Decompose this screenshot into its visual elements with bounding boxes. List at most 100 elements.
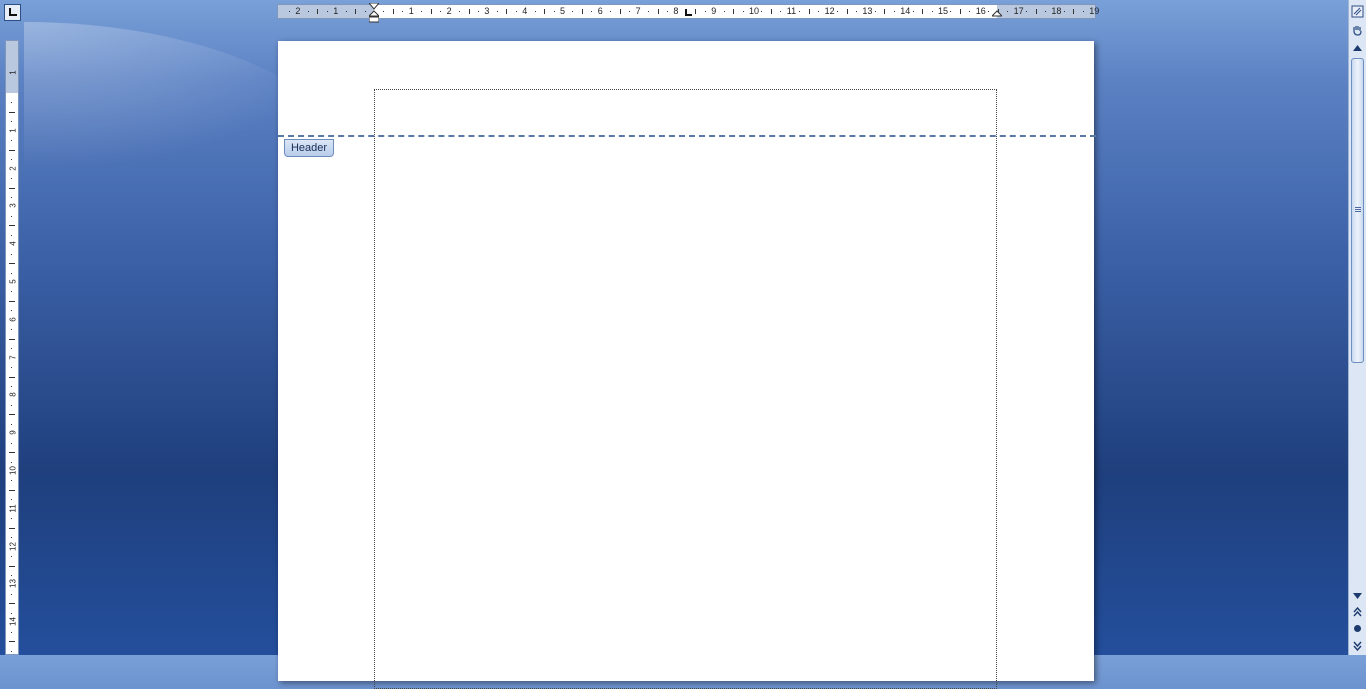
ruler-tick	[11, 461, 12, 463]
ruler-tick	[11, 367, 12, 369]
vertical-scrollbar[interactable]	[1348, 0, 1366, 655]
ruler-tick	[9, 527, 15, 529]
ruler-tick	[761, 11, 763, 12]
tab-stop-marker[interactable]	[684, 3, 693, 22]
ruler-tick	[11, 291, 12, 293]
ruler-number: 12	[8, 541, 18, 551]
ruler-tick	[9, 414, 15, 416]
scrollbar-thumb[interactable]	[1351, 58, 1364, 363]
ruler-tick	[855, 11, 857, 12]
ruler-tick	[818, 11, 820, 12]
vertical-ruler-column: 1 1 2 3 4 5 6 7 8 9 10 11 12 13 14	[0, 24, 24, 655]
first-line-indent-marker[interactable]	[367, 2, 381, 28]
ruler-tick	[11, 593, 12, 595]
ruler-tick	[11, 574, 12, 576]
ruler-number: 13	[862, 6, 873, 16]
ruler-tick	[770, 9, 772, 14]
ruler-tick	[430, 9, 432, 14]
ruler-tick	[959, 9, 961, 14]
ruler-tick	[723, 11, 725, 12]
ruler-tick	[874, 11, 876, 12]
vertical-ruler[interactable]: 1 1 2 3 4 5 6 7 8 9 10 11 12 13 14	[5, 40, 19, 655]
ruler-number: 17	[1013, 6, 1024, 16]
ruler-tick	[402, 11, 404, 12]
ruler-number: 2	[8, 165, 18, 171]
ruler-tick	[893, 11, 895, 12]
ruler-tick	[421, 11, 423, 12]
ruler-number: 9	[711, 6, 717, 16]
ruler-number: 8	[673, 6, 679, 16]
ruler-tick	[581, 9, 583, 14]
ruler-tick	[742, 11, 744, 12]
header-label-tab: Header	[284, 139, 334, 157]
ruler-tick	[534, 11, 536, 12]
ruler-tick	[11, 404, 12, 406]
horizontal-ruler[interactable]: 2 1 1 2 3 4 5 6 7 8 9 10 11 12 13 14 15 16 17 18 19	[277, 2, 1100, 23]
ruler-tick	[11, 499, 12, 501]
ruler-tick	[969, 11, 971, 12]
ruler-tick	[11, 102, 12, 104]
ruler-tick	[11, 140, 12, 142]
pan-hand-icon[interactable]	[1350, 22, 1365, 37]
ruler-icon[interactable]	[1350, 4, 1365, 19]
double-chevron-down-icon[interactable]	[1350, 638, 1365, 653]
ruler-number: 1	[408, 6, 414, 16]
text-boundary	[374, 89, 997, 689]
ruler-number: 5	[8, 279, 18, 284]
triangle-up-icon[interactable]	[1350, 40, 1365, 55]
ruler-tick	[884, 9, 886, 14]
header-boundary-line	[278, 135, 1096, 137]
ruler-tick	[11, 272, 12, 274]
ruler-number: 14	[900, 6, 911, 16]
ruler-tick	[477, 11, 479, 12]
ruler-number: 1	[8, 70, 18, 75]
ruler-tick	[808, 9, 810, 14]
ruler-number: 4	[8, 241, 18, 246]
ruler-tick	[572, 11, 574, 12]
ruler-tick	[9, 338, 15, 340]
ruler-tick	[317, 9, 319, 14]
ruler-tick	[468, 9, 470, 14]
ruler-tick	[11, 556, 12, 558]
circle-icon[interactable]	[1350, 621, 1365, 636]
ruler-number: 10	[8, 466, 18, 475]
ruler-tick	[666, 11, 668, 12]
ruler-tick	[11, 612, 12, 614]
ruler-tick	[704, 11, 706, 12]
ruler-tick	[1026, 11, 1028, 12]
ruler-tick	[9, 489, 15, 491]
ruler-number: 4	[522, 6, 528, 16]
document-page[interactable]	[278, 41, 1094, 689]
ruler-tick	[846, 9, 848, 14]
ruler-tick	[950, 11, 952, 12]
ruler-tick	[11, 121, 12, 123]
ruler-tick	[1082, 11, 1084, 12]
ruler-tick	[326, 11, 328, 12]
ruler-tick	[515, 11, 517, 12]
ruler-tick	[11, 310, 12, 312]
triangle-down-icon[interactable]	[1350, 588, 1365, 603]
ruler-tick	[288, 11, 290, 12]
ruler-tick	[9, 452, 15, 454]
right-indent-marker[interactable]	[990, 3, 1004, 24]
ruler-tick	[506, 9, 508, 14]
ruler-tick	[11, 196, 12, 198]
ruler-number: 19	[1089, 6, 1100, 16]
ruler-tick	[695, 9, 697, 14]
ruler-tick	[922, 9, 924, 14]
double-chevron-up-icon[interactable]	[1350, 604, 1365, 619]
ruler-tick	[9, 263, 15, 265]
ruler-tick	[11, 537, 12, 539]
ruler-tick	[553, 11, 555, 12]
ruler-tick	[11, 253, 12, 255]
ruler-number: 10	[749, 6, 760, 16]
tab-stop-selector[interactable]	[4, 4, 21, 21]
ruler-tick	[9, 300, 15, 302]
ruler-number: 7	[8, 354, 18, 360]
left-tab-icon	[8, 8, 17, 16]
ruler-tick	[9, 603, 15, 605]
ruler-tick	[383, 11, 385, 12]
ruler-tick	[799, 11, 801, 12]
ruler-tick	[364, 11, 366, 12]
ruler-tick	[1073, 9, 1075, 14]
